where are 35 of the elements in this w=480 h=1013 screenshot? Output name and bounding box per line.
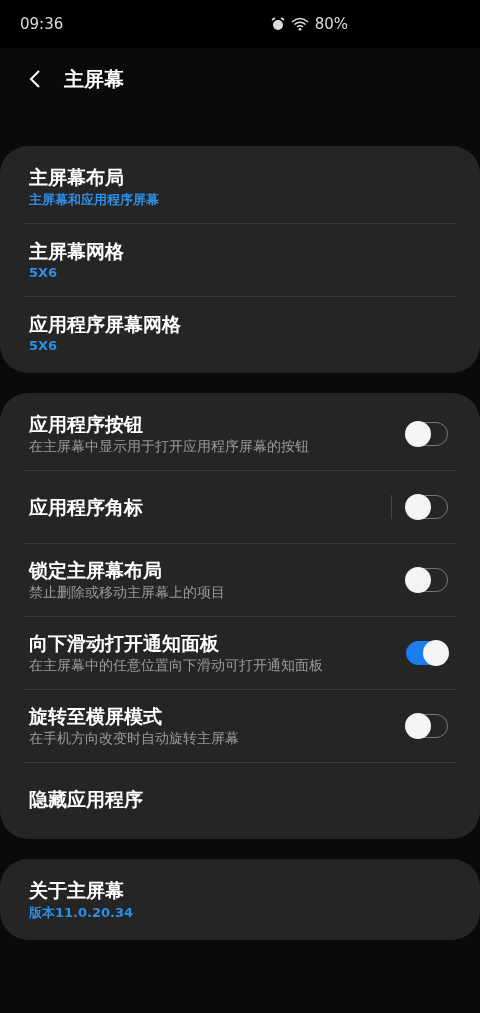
setting-value: 5X6	[29, 338, 58, 353]
setting-title: 主屏幕网格	[29, 239, 124, 263]
setting-title: 应用程序按钮	[29, 411, 143, 436]
setting-title: 关于主屏幕	[29, 877, 124, 902]
setting-description: 在主屏幕中的任意位置向下滑动可打开通知面板	[29, 656, 323, 675]
settings-row[interactable]: 关于主屏幕 版本11.0.20.34	[0, 863, 480, 936]
setting-description: 在主屏幕中显示用于打开应用程序屏幕的按钮	[29, 437, 309, 456]
back-icon[interactable]	[28, 68, 42, 90]
settings-row[interactable]: 旋转至横屏模式 在手机方向改变时自动旋转主屏幕	[0, 689, 480, 762]
settings-row[interactable]: 主屏幕网格 5X6	[0, 223, 480, 296]
setting-title: 应用程序角标	[29, 494, 143, 519]
page-title: 主屏幕	[64, 65, 124, 93]
setting-title: 主屏幕布局	[29, 164, 124, 189]
battery-percentage: 80%	[314, 15, 348, 33]
setting-title: 旋转至横屏模式	[29, 703, 162, 728]
settings-row[interactable]: 主屏幕布局 主屏幕和应用程序屏幕	[0, 150, 480, 223]
setting-description: 在手机方向改变时自动旋转主屏幕	[29, 729, 239, 748]
setting-value: 主屏幕和应用程序屏幕	[29, 190, 159, 209]
status-time: 09:36	[20, 15, 64, 33]
setting-description: 禁止删除或移动主屏幕上的项目	[29, 583, 225, 602]
setting-title: 锁定主屏幕布局	[29, 557, 162, 582]
settings-row[interactable]: 向下滑动打开通知面板 在主屏幕中的任意位置向下滑动可打开通知面板	[0, 616, 480, 689]
setting-value: 5X6	[29, 265, 58, 280]
settings-row[interactable]: 应用程序屏幕网格 5X6	[0, 296, 480, 369]
settings-row[interactable]: 锁定主屏幕布局 禁止删除或移动主屏幕上的项目	[0, 543, 480, 616]
wifi-icon	[290, 17, 309, 31]
setting-title: 隐藏应用程序	[29, 786, 143, 811]
settings-row[interactable]: 应用程序按钮 在主屏幕中显示用于打开应用程序屏幕的按钮	[0, 397, 480, 470]
setting-title: 向下滑动打开通知面板	[29, 630, 219, 655]
setting-title: 应用程序屏幕网格	[29, 312, 181, 336]
alarm-icon	[270, 17, 285, 31]
toggle-switch[interactable]	[406, 640, 448, 665]
settings-row[interactable]: 隐藏应用程序	[0, 762, 480, 835]
setting-value: 版本11.0.20.34	[29, 903, 134, 922]
settings-row[interactable]: 应用程序角标	[0, 470, 480, 543]
